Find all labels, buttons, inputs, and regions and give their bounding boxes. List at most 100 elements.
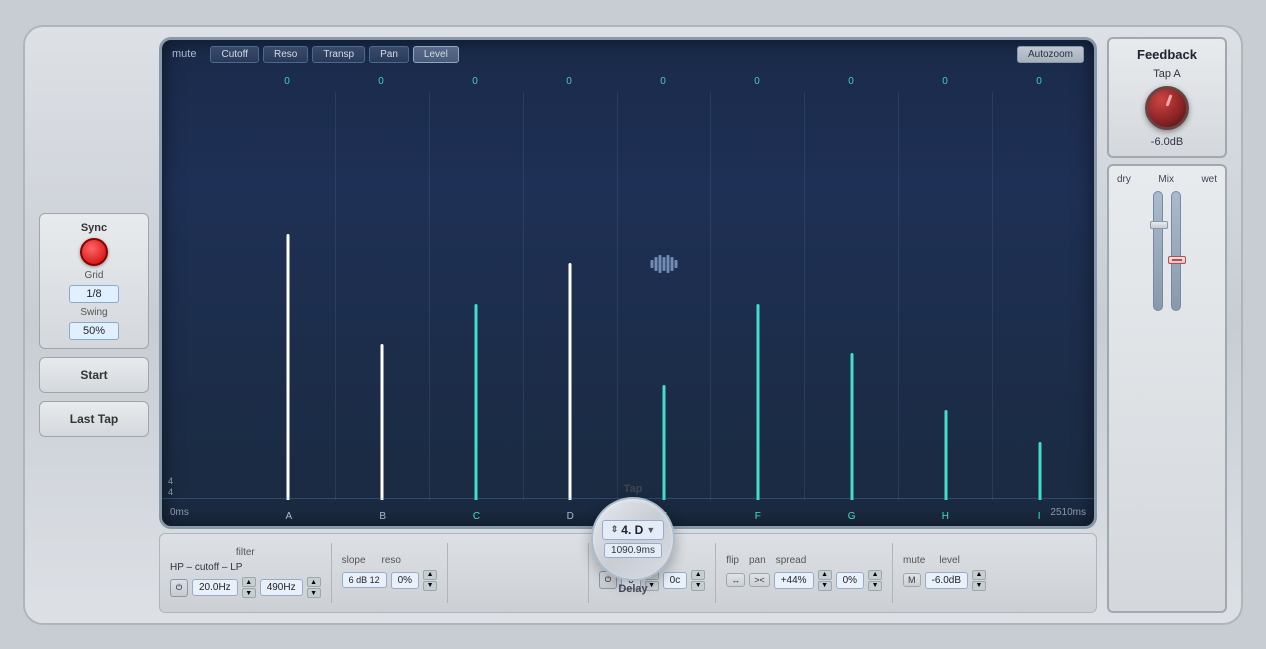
filter-freq-high[interactable]: 490Hz bbox=[260, 579, 303, 596]
lane-b[interactable] bbox=[336, 92, 430, 500]
pan-down[interactable]: ▼ bbox=[818, 581, 832, 591]
filter-freq-low-down[interactable]: ▼ bbox=[242, 588, 256, 598]
mute-ind-f: 0 bbox=[710, 76, 804, 87]
transp-note-down[interactable]: ▼ bbox=[691, 581, 705, 591]
tap-knob[interactable]: ⇕ 4. D ▼ 1090.9ms bbox=[591, 497, 675, 581]
mute-m-button[interactable]: M bbox=[903, 573, 921, 587]
mute-indicators-row: 0 0 0 0 0 0 0 0 0 bbox=[162, 76, 1094, 87]
filter-freq-high-up[interactable]: ▲ bbox=[307, 577, 321, 587]
level-down[interactable]: ▼ bbox=[972, 581, 986, 591]
level-value[interactable]: -6.0dB bbox=[925, 572, 968, 589]
lane-i[interactable] bbox=[993, 92, 1086, 500]
reso-arrows: ▲ ▼ bbox=[423, 570, 437, 591]
spread-value[interactable]: 0% bbox=[836, 572, 864, 589]
tap-top-label: Tap bbox=[624, 483, 643, 495]
time-signature: 44 bbox=[168, 476, 173, 498]
dry-slider-thumb[interactable] bbox=[1150, 221, 1168, 229]
flip-bounce-button[interactable]: >< bbox=[749, 573, 770, 587]
start-button[interactable]: Start bbox=[39, 357, 149, 393]
seq-lanes bbox=[162, 92, 1094, 500]
level-ctrl-label: level bbox=[939, 555, 960, 566]
reso-label: reso bbox=[382, 555, 401, 566]
flip-label: flip bbox=[726, 555, 739, 566]
divider-3 bbox=[588, 543, 589, 603]
mute-ind-e: 0 bbox=[616, 76, 710, 87]
lane-d[interactable] bbox=[524, 92, 618, 500]
seq-top-bar: mute Cutoff Reso Transp Pan Level Autozo… bbox=[162, 40, 1094, 69]
reso-down[interactable]: ▼ bbox=[423, 581, 437, 591]
filter-controls-row: ⏻ 20.0Hz ▲ ▼ 490Hz ▲ ▼ bbox=[170, 577, 321, 598]
mute-ind-c: 0 bbox=[428, 76, 522, 87]
last-tap-button[interactable]: Last Tap bbox=[39, 401, 149, 437]
lane-d-bar bbox=[569, 263, 572, 500]
mute-ind-g: 0 bbox=[804, 76, 898, 87]
transp-note-up[interactable]: ▲ bbox=[691, 570, 705, 580]
reso-value[interactable]: 0% bbox=[391, 572, 419, 589]
spread-up[interactable]: ▲ bbox=[868, 570, 882, 580]
sync-panel: Sync Grid 1/8 Swing 50% bbox=[39, 213, 149, 349]
lane-f-bar bbox=[756, 304, 759, 500]
lane-label-h: H bbox=[898, 511, 992, 522]
right-panel: Feedback Tap A -6.0dB dry Mix wet bbox=[1107, 37, 1227, 613]
sync-label: Sync bbox=[81, 222, 107, 234]
filter-freq-high-arrows: ▲ ▼ bbox=[307, 577, 321, 598]
level-button[interactable]: Level bbox=[413, 46, 459, 63]
filter-freq-low-up[interactable]: ▲ bbox=[242, 577, 256, 587]
lane-h-bar bbox=[944, 410, 947, 500]
lane-a-bar bbox=[287, 234, 290, 499]
divider-4 bbox=[715, 543, 716, 603]
dry-label: dry bbox=[1117, 174, 1131, 185]
pan-label: pan bbox=[749, 555, 766, 566]
lane-a[interactable] bbox=[242, 92, 336, 500]
wet-label: wet bbox=[1201, 174, 1217, 185]
pan-arrows: ▲ ▼ bbox=[818, 570, 832, 591]
tap-select-display[interactable]: ⇕ 4. D ▼ bbox=[602, 520, 664, 540]
mix-label: Mix bbox=[1158, 174, 1174, 185]
divider-2 bbox=[447, 543, 448, 603]
filter-freq-high-down[interactable]: ▼ bbox=[307, 588, 321, 598]
mute-level-row: M -6.0dB ▲ ▼ bbox=[903, 570, 986, 591]
level-arrows: ▲ ▼ bbox=[972, 570, 986, 591]
lane-label-g: G bbox=[805, 511, 899, 522]
wet-slider-thumb[interactable] bbox=[1168, 256, 1186, 264]
reso-button[interactable]: Reso bbox=[263, 46, 308, 63]
pan-button[interactable]: Pan bbox=[369, 46, 409, 63]
filter-power-button[interactable]: ⏻ bbox=[170, 579, 188, 597]
flip-pan-row: ↔ >< +44% ▲ ▼ 0% ▲ ▼ bbox=[726, 570, 882, 591]
lane-label-c: C bbox=[430, 511, 524, 522]
spread-down[interactable]: ▼ bbox=[868, 581, 882, 591]
filter-value: HP – cutoff – LP bbox=[170, 562, 321, 573]
divider-5 bbox=[892, 543, 893, 603]
autozoom-button[interactable]: Autozoom bbox=[1017, 46, 1084, 63]
lane-c[interactable] bbox=[430, 92, 524, 500]
tap-a-label: Tap A bbox=[1153, 68, 1181, 80]
swing-value[interactable]: 50% bbox=[69, 322, 119, 340]
lane-f[interactable] bbox=[711, 92, 805, 500]
pan-up[interactable]: ▲ bbox=[818, 570, 832, 580]
sync-button[interactable] bbox=[80, 238, 108, 266]
lane-e[interactable] bbox=[618, 92, 712, 500]
mute-ind-i: 0 bbox=[992, 76, 1086, 87]
lane-label-f: F bbox=[711, 511, 805, 522]
filter-freq-low[interactable]: 20.0Hz bbox=[192, 579, 238, 596]
level-up[interactable]: ▲ bbox=[972, 570, 986, 580]
time-left: 0ms bbox=[170, 507, 189, 518]
mini-waveform bbox=[651, 255, 678, 273]
feedback-knob[interactable] bbox=[1145, 86, 1189, 130]
slope-value[interactable]: 6 dB 12 bbox=[342, 572, 387, 588]
lane-g[interactable] bbox=[805, 92, 899, 500]
cutoff-button[interactable]: Cutoff bbox=[210, 46, 259, 63]
lane-h[interactable] bbox=[899, 92, 993, 500]
slope-reso-row: 6 dB 12 0% ▲ ▼ bbox=[342, 570, 437, 591]
filter-freq-low-arrows: ▲ ▼ bbox=[242, 577, 256, 598]
lane-label-a: A bbox=[242, 511, 336, 522]
flip-lr-button[interactable]: ↔ bbox=[726, 573, 745, 587]
mute-ctrl-label: mute bbox=[903, 555, 925, 566]
transp-button[interactable]: Transp bbox=[312, 46, 365, 63]
pan-value[interactable]: +44% bbox=[774, 572, 814, 589]
sequencer-screen: mute Cutoff Reso Transp Pan Level Autozo… bbox=[159, 37, 1097, 529]
mute-ind-a: 0 bbox=[240, 76, 334, 87]
grid-value[interactable]: 1/8 bbox=[69, 285, 119, 303]
reso-up[interactable]: ▲ bbox=[423, 570, 437, 580]
mute-ind-b: 0 bbox=[334, 76, 428, 87]
